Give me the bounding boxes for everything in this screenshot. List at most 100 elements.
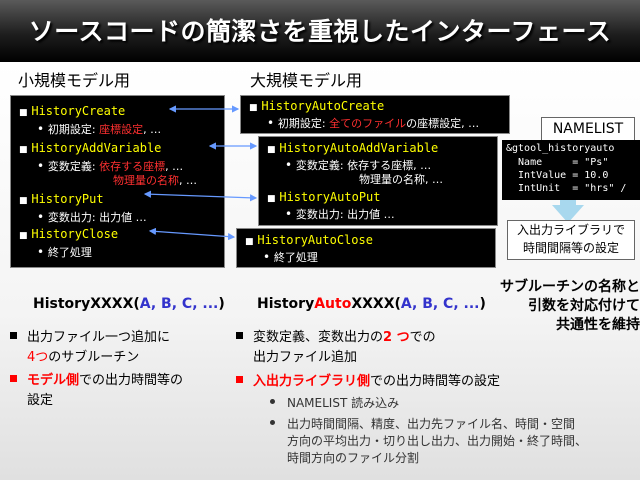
left-create-row: ■ HistoryCreate — [19, 104, 125, 120]
right-put-sub: • 変数出力: 出力値 … — [285, 207, 395, 222]
right-create-sub-tail: の座標設定, … — [406, 117, 480, 130]
left-b1-line1: 出力ファイル一つ追加に — [27, 330, 171, 345]
left-addvar-sub2: 物理量の名称, … — [113, 173, 197, 188]
dot-bullet-icon — [270, 420, 275, 425]
namelist-code-box: &gtool_historyauto Name = "Ps" IntValue … — [502, 140, 640, 200]
right-b1-tail: での — [409, 330, 436, 345]
right-create-label: HistoryAutoCreate — [261, 99, 385, 113]
library-box-line1: 入出力ライブラリで — [516, 223, 625, 237]
bullet-icon: ■ — [19, 145, 28, 155]
left-put-label: HistoryPut — [31, 192, 104, 206]
left-addvar-sub-label: 変数定義: — [47, 160, 100, 173]
bullet-icon: ■ — [267, 194, 276, 204]
left-sig-suffix: ) — [218, 296, 225, 312]
left-put-row: ■ HistoryPut — [19, 192, 104, 208]
right-heading: 大規模モデル用 — [250, 71, 363, 90]
right-create-sub: • 初期設定: 全てのファイルの座標設定, … — [267, 116, 479, 131]
bullet-icon: ■ — [19, 196, 28, 206]
right-b2-tail: での出力時間等の設定 — [370, 374, 501, 389]
bullet-icon: ■ — [19, 231, 28, 241]
library-box: 入出力ライブラリで 時間間隔等の設定 — [507, 220, 635, 260]
dot-icon: • — [267, 116, 278, 130]
left-put-sub-text: 変数出力: 出力値 … — [47, 211, 147, 224]
right-sig-prefix: History — [257, 296, 315, 312]
left-addvar-sub-tail2: , … — [179, 174, 197, 187]
left-sig-prefix: HistoryXXXX( — [33, 296, 140, 312]
right-bullet-2: 入出力ライブラリ側での出力時間等の設定 — [236, 372, 500, 392]
right-b1-head: 変数定義、変数出力の — [253, 330, 384, 345]
right-addvar-label: HistoryAutoAddVariable — [279, 141, 439, 155]
left-b1-tail: のサブルーチン — [48, 350, 140, 365]
bullet-icon: ■ — [245, 237, 254, 247]
right-sig-args: A, B, C, ... — [400, 296, 480, 312]
left-create-sub-label: 初期設定: — [47, 123, 100, 136]
dot-icon: • — [37, 210, 48, 224]
right-close-box: ■ HistoryAutoClose • 終了処理 — [236, 228, 496, 268]
left-heading: 小規模モデル用 — [18, 71, 131, 90]
right-s2-line2: 方向の平均出力・切り出し出力、出力開始・終了時間、 — [287, 434, 588, 448]
namelist-label: NAMELIST — [541, 117, 635, 141]
right-addvar-box: ■ HistoryAutoAddVariable • 変数定義: 依存する座標,… — [258, 136, 498, 226]
right-put-label: HistoryAutoPut — [279, 190, 381, 204]
right-put-sub-text: 変数出力: 出力値 … — [295, 208, 395, 221]
right-addvar-sub: • 変数定義: 依存する座標, … — [285, 158, 431, 173]
right-b1-line2: 出力ファイル追加 — [253, 350, 358, 365]
namelist-line: IntValue = 10.0 — [506, 170, 609, 181]
left-addvar-sub-red2: 物理量の名称 — [113, 174, 179, 187]
namelist-line: &gtool_historyauto — [506, 143, 615, 154]
right-put-row: ■ HistoryAutoPut — [267, 190, 381, 206]
left-b2-tail: での出力時間等の — [79, 373, 184, 388]
right-s2-line3: 時間方向のファイル分割 — [287, 451, 420, 465]
note-text: サブルーチンの名称と 引数を対応付けて 共通性を維持 — [475, 278, 640, 335]
note-line2: 引数を対応付けて — [528, 298, 640, 314]
left-bullet-1: 出力ファイル一つ追加に 4つのサブルーチン — [10, 328, 170, 368]
dot-icon: • — [37, 122, 48, 136]
library-box-line2: 時間間隔等の設定 — [522, 241, 619, 255]
right-b2-red: 入出力ライブラリ側 — [253, 374, 371, 389]
left-close-sub-text: 終了処理 — [47, 246, 92, 259]
square-bullet-icon — [10, 332, 17, 339]
right-bullet-1: 変数定義、変数出力の2 つでの 出力ファイル追加 — [236, 328, 436, 368]
note-line1: サブルーチンの名称と — [500, 279, 640, 295]
right-close-sub: • 終了処理 — [263, 250, 318, 265]
dot-icon: • — [285, 207, 296, 221]
right-addvar-sub2-row: 物理量の名称, … — [359, 172, 443, 187]
left-close-sub: • 終了処理 — [37, 245, 92, 260]
right-create-sub-red: 全てのファイル — [329, 117, 407, 130]
right-signature: HistoryAutoXXXX(A, B, C, ...) — [257, 296, 486, 312]
left-addvar-sub-red1: 依存する座標 — [99, 160, 166, 173]
right-close-sub-text: 終了処理 — [273, 251, 318, 264]
dot-icon: • — [263, 250, 274, 264]
left-addvar-label: HistoryAddVariable — [31, 141, 162, 155]
left-addvar-row: ■ HistoryAddVariable — [19, 141, 161, 157]
dot-icon: • — [37, 159, 48, 173]
right-sig-mid: XXXX( — [351, 296, 401, 312]
namelist-line: IntUnit = "hrs" / — [506, 183, 627, 194]
left-close-label: HistoryClose — [31, 227, 119, 241]
left-bullet-2: モデル側での出力時間等の 設定 — [10, 371, 183, 411]
bullet-icon: ■ — [249, 103, 258, 113]
left-create-label: HistoryCreate — [31, 104, 126, 118]
right-addvar-row: ■ HistoryAutoAddVariable — [267, 141, 438, 157]
right-create-row: ■ HistoryAutoCreate — [249, 99, 384, 115]
right-sub-2: 出力時間間隔、精度、出力先ファイル名、時間・空間 方向の平均出力・切り出し出力、… — [270, 416, 587, 467]
dot-icon: • — [37, 245, 48, 259]
left-create-sub: • 初期設定: 座標設定, … — [37, 122, 161, 137]
bullet-icon: ■ — [19, 108, 28, 118]
right-close-row: ■ HistoryAutoClose — [245, 233, 373, 249]
left-put-sub: • 変数出力: 出力値 … — [37, 210, 147, 225]
left-addvar-sub-tail1: , … — [165, 160, 184, 173]
right-s1-text: NAMELIST 読み込み — [287, 396, 400, 410]
note-line3: 共通性を維持 — [556, 317, 640, 333]
right-sub-1: NAMELIST 読み込み — [270, 395, 399, 412]
left-b1-red: 4つ — [27, 350, 49, 365]
left-sig-args: A, B, C, ... — [139, 296, 219, 312]
dot-bullet-icon — [270, 399, 275, 404]
right-create-sub-label: 初期設定: — [277, 117, 330, 130]
bullet-icon: ■ — [267, 145, 276, 155]
left-b2-line2: 設定 — [27, 393, 54, 408]
square-bullet-icon — [236, 332, 243, 339]
right-s2-line1: 出力時間間隔、精度、出力先ファイル名、時間・空間 — [287, 417, 576, 431]
left-create-sub-tail: , … — [143, 123, 162, 136]
red-square-bullet-icon — [236, 376, 243, 383]
